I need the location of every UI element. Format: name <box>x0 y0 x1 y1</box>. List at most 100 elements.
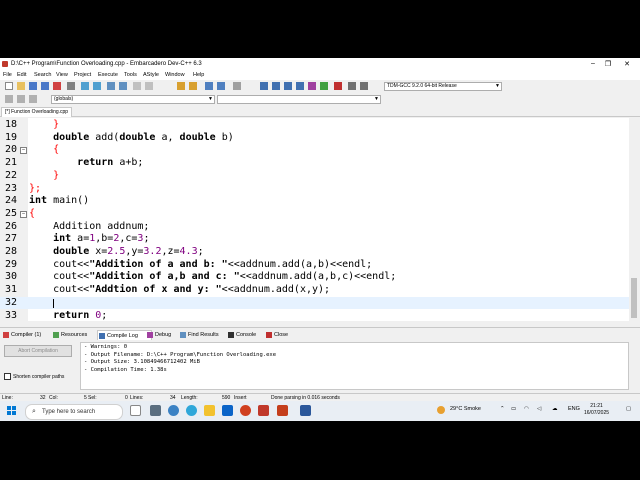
redo-arrow-icon[interactable] <box>189 82 197 90</box>
edge-icon[interactable] <box>186 405 197 416</box>
menu-search[interactable]: Search <box>34 72 51 78</box>
wifi-icon[interactable]: ◠ <box>524 406 529 412</box>
menu-tools[interactable]: Tools <box>124 72 137 78</box>
unindent-icon[interactable] <box>217 82 225 90</box>
code-line[interactable]: 22 } <box>0 170 629 183</box>
notification-icon[interactable]: ▢ <box>626 406 631 412</box>
fold-toggle-icon[interactable]: – <box>20 210 27 218</box>
code-line[interactable]: 33 return 0; <box>0 310 629 323</box>
editor-vertical-scrollbar[interactable] <box>629 118 640 321</box>
chrome-icon[interactable] <box>240 405 251 416</box>
compile-icon[interactable] <box>260 82 268 90</box>
network-icon[interactable]: ▭ <box>511 406 516 412</box>
profile-icon[interactable] <box>348 82 356 90</box>
code-line[interactable]: 24 int main() <box>0 195 629 208</box>
new-project-icon[interactable] <box>133 82 141 90</box>
scope-select[interactable]: (globals) ▼ <box>51 95 215 104</box>
menu-edit[interactable]: Edit <box>17 72 26 78</box>
find-icon[interactable] <box>107 82 115 90</box>
save-icon[interactable] <box>29 82 37 90</box>
indent-icon[interactable] <box>205 82 213 90</box>
volume-icon[interactable]: ◁ <box>537 406 541 412</box>
open-folder-icon[interactable] <box>17 82 25 90</box>
menu-project[interactable]: Project <box>74 72 91 78</box>
open-project-icon[interactable] <box>145 82 153 90</box>
abort-compilation-button[interactable]: Abort Compilation <box>4 345 72 357</box>
shorten-paths-option[interactable]: Shorten compiler paths <box>4 373 64 380</box>
code-line[interactable]: 29 cout<<"Addition of a and b: "<<addnum… <box>0 259 629 272</box>
minimize-button[interactable]: – <box>586 60 600 67</box>
code-line[interactable]: 21 return a+b; <box>0 157 629 170</box>
menu-astyle[interactable]: AStyle <box>143 72 159 78</box>
code-line[interactable]: 20– { <box>0 144 629 157</box>
tab-resources[interactable]: Resources <box>52 330 87 340</box>
code-line[interactable]: 30 cout<<"Addition of a,b and c: "<<addn… <box>0 271 629 284</box>
code-line[interactable]: 27 int a=1,b=2,c=3; <box>0 233 629 246</box>
edge-browser-icon[interactable] <box>168 405 179 416</box>
code-line[interactable]: 32 <box>0 296 629 310</box>
scrollbar-thumb[interactable] <box>631 278 637 318</box>
menu-help[interactable]: Help <box>193 72 204 78</box>
microsoft-store-icon[interactable] <box>222 405 233 416</box>
debug-icon[interactable] <box>308 82 316 90</box>
rebuild-icon[interactable] <box>296 82 304 90</box>
new-file-icon[interactable] <box>5 82 13 90</box>
menu-window[interactable]: Window <box>165 72 185 78</box>
code-line[interactable]: 18 } <box>0 119 629 132</box>
weather-icon[interactable] <box>437 406 445 414</box>
redo-icon[interactable] <box>93 82 101 90</box>
file-tab-function-overloading[interactable]: [*] Function Overloading.cpp <box>1 107 73 117</box>
tab-console[interactable]: Console <box>227 330 256 340</box>
code-line[interactable]: 19 double add(double a, double b) <box>0 132 629 145</box>
windows-start-icon[interactable] <box>7 406 17 416</box>
tab-debug[interactable]: Debug <box>146 330 171 340</box>
menu-file[interactable]: File <box>3 72 12 78</box>
undo-arrow-icon[interactable] <box>177 82 185 90</box>
code-line[interactable]: 25–{ <box>0 208 629 221</box>
member-select[interactable]: ▼ <box>217 95 381 104</box>
insert-icon[interactable] <box>5 95 13 103</box>
compile-run-icon[interactable] <box>284 82 292 90</box>
goto-bookmark-icon[interactable] <box>29 95 37 103</box>
tab-find-results[interactable]: Find Results <box>179 330 219 340</box>
code-line[interactable]: 31 cout<<"Addtion of x and y: "<<addnum.… <box>0 284 629 297</box>
weather-text[interactable]: 29°C Smoke <box>450 406 481 412</box>
menu-view[interactable]: View <box>56 72 68 78</box>
tab-close[interactable]: Close <box>265 330 288 340</box>
menu-execute[interactable]: Execute <box>98 72 118 78</box>
code-line[interactable]: 23}; <box>0 183 629 196</box>
code-editor[interactable]: 18 } 19 double add(double a, double b) 20–… <box>0 118 629 321</box>
delete-profile-icon[interactable] <box>360 82 368 90</box>
task-view-icon[interactable] <box>150 405 161 416</box>
close-button[interactable]: ✕ <box>620 60 634 68</box>
replace-icon[interactable] <box>119 82 127 90</box>
tab-compiler[interactable]: Compiler (1) <box>2 330 41 340</box>
code-line[interactable]: 28 double x=2.5,y=3.2,z=4.3; <box>0 246 629 259</box>
cortana-icon[interactable] <box>130 405 141 416</box>
compile-log-output[interactable]: - Warnings: 0- Output Filename: D:\C++ P… <box>80 342 629 390</box>
toggle-comment-icon[interactable] <box>233 82 241 90</box>
undo-icon[interactable] <box>81 82 89 90</box>
maximize-button[interactable]: ❐ <box>601 60 615 68</box>
save-all-icon[interactable] <box>41 82 49 90</box>
run-icon[interactable] <box>272 82 280 90</box>
fold-toggle-icon[interactable]: – <box>20 147 27 155</box>
check-syntax-icon[interactable] <box>320 82 328 90</box>
print-icon[interactable] <box>67 82 75 90</box>
compiler-select[interactable]: TDM-GCC 9.2.0 64-bit Release ▼ <box>384 82 502 91</box>
file-explorer-icon[interactable] <box>204 405 215 416</box>
cloud-icon[interactable]: ☁ <box>552 406 558 412</box>
word-icon[interactable] <box>300 405 311 416</box>
language-indicator[interactable]: ENG <box>568 406 580 412</box>
taskbar-clock[interactable]: 21:21 16/07/2025 <box>584 403 609 417</box>
tray-chevron-icon[interactable]: ⌃ <box>500 406 505 412</box>
code-line[interactable]: 26 Addition addnum; <box>0 221 629 234</box>
close-file-icon[interactable] <box>53 82 61 90</box>
taskbar-search[interactable]: ⌕ Type here to search <box>25 404 123 420</box>
stop-icon[interactable] <box>334 82 342 90</box>
log-scrollbar[interactable] <box>629 342 639 390</box>
powerpoint-icon[interactable] <box>277 405 288 416</box>
devcpp-taskbar-icon[interactable] <box>258 405 269 416</box>
shorten-paths-checkbox[interactable] <box>4 373 11 380</box>
toggle-bookmark-icon[interactable] <box>17 95 25 103</box>
